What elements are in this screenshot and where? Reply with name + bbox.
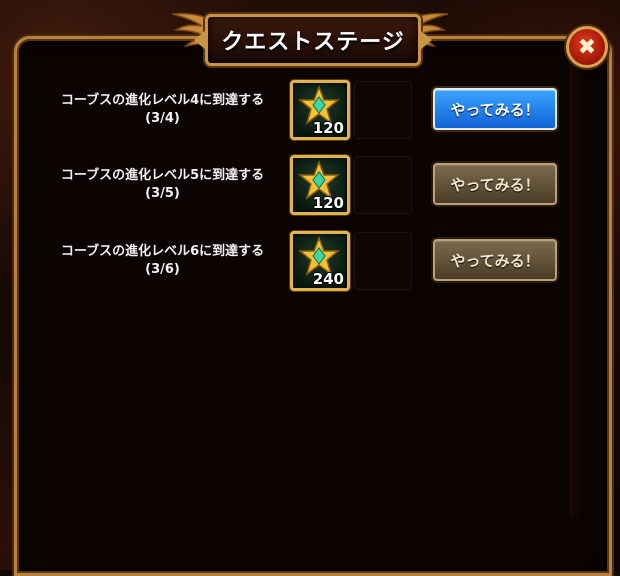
quest-description: コーブスの進化レベル4に到達する (3/4) <box>40 92 285 128</box>
empty-reward-slot <box>354 81 412 139</box>
quest-title: コーブスの進化レベル4に到達する <box>60 93 265 108</box>
reward-slot[interactable]: 120 <box>290 80 350 140</box>
empty-reward-slot <box>354 156 412 214</box>
try-button[interactable]: やってみる！ <box>433 163 557 205</box>
title-left-ornament <box>194 30 206 50</box>
title-plate: クエストステージ <box>194 14 432 66</box>
quest-progress: (3/6) <box>145 262 180 277</box>
reward-slot[interactable]: 120 <box>290 155 350 215</box>
quest-row: コーブスの進化レベル5に到達する (3/5) 120 やってみる！ <box>40 155 570 225</box>
try-button[interactable]: やってみる！ <box>433 88 557 130</box>
close-icon: ✖ <box>577 34 597 60</box>
close-button[interactable]: ✖ <box>566 26 608 68</box>
scrollbar[interactable] <box>570 60 579 515</box>
reward-slot[interactable]: 240 <box>290 231 350 291</box>
quest-title: コーブスの進化レベル5に到達する <box>60 168 265 183</box>
page-title: クエストステージ <box>221 30 405 55</box>
quest-progress: (3/4) <box>145 111 180 126</box>
title-right-ornament <box>420 30 432 50</box>
quest-description: コーブスの進化レベル5に到達する (3/5) <box>40 167 285 203</box>
reward-count: 240 <box>312 270 344 288</box>
empty-reward-slot <box>354 232 412 290</box>
quest-title: コーブスの進化レベル6に到達する <box>60 244 265 259</box>
quest-row: コーブスの進化レベル6に到達する (3/6) 240 やってみる！ <box>40 231 570 301</box>
reward-count: 120 <box>312 119 344 137</box>
quest-row: コーブスの進化レベル4に到達する (3/4) 120 やってみる！ <box>40 80 570 150</box>
try-button[interactable]: やってみる！ <box>433 239 557 281</box>
quest-progress: (3/5) <box>145 186 180 201</box>
reward-count: 120 <box>312 194 344 212</box>
quest-description: コーブスの進化レベル6に到達する (3/6) <box>40 243 285 279</box>
